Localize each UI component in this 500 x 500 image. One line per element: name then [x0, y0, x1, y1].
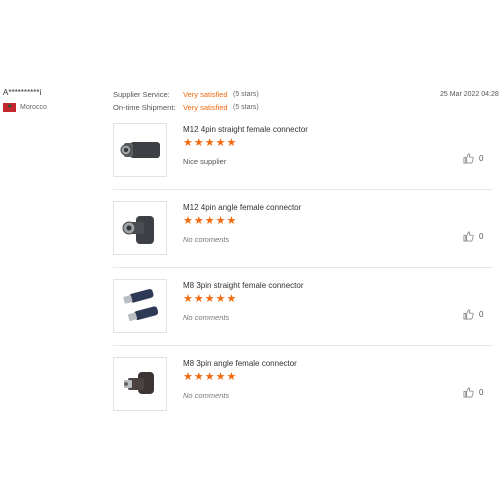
product-thumbnail[interactable] — [113, 357, 167, 411]
review-comment: No comments — [183, 313, 230, 322]
thumbs-up-icon — [463, 387, 474, 398]
like-button[interactable]: 0 — [463, 231, 483, 242]
divider — [113, 267, 493, 268]
like-count: 0 — [479, 388, 484, 397]
star-icon: ★ — [226, 215, 237, 227]
star-icon: ★ — [183, 215, 193, 227]
m8-angle-connector-icon — [124, 372, 154, 394]
like-button[interactable]: 0 — [463, 387, 483, 398]
star-icon: ★ — [204, 293, 215, 305]
product-name[interactable]: M8 3pin angle female connector — [183, 359, 297, 368]
star-icon: ★ — [226, 293, 237, 305]
like-count: 0 — [479, 154, 484, 163]
rating-value: Very satisfied — [183, 90, 228, 99]
rating-value: Very satisfied — [183, 103, 228, 112]
like-button[interactable]: 0 — [463, 153, 483, 164]
rating-label: Supplier Service: — [113, 90, 170, 99]
product-thumbnail[interactable] — [113, 279, 167, 333]
star-icon: ★ — [183, 137, 193, 149]
review-item: M12 4pin straight female connector ★ ★ ★ ★ ★… — [113, 123, 493, 197]
rating-on-time-shipment: On-time Shipment: Very satisfied (5 star… — [113, 103, 259, 112]
star-icon: ★ — [226, 371, 237, 383]
m12-angle-connector-icon — [122, 216, 154, 244]
rating-supplier-service: Supplier Service: Very satisfied (5 star… — [113, 90, 259, 99]
star-rating: ★ ★ ★ ★ ★ — [183, 372, 236, 383]
like-count: 0 — [479, 232, 484, 241]
star-icon: ★ — [215, 371, 226, 383]
review-comment: No comments — [183, 391, 230, 400]
divider — [113, 345, 493, 346]
star-icon: ★ — [204, 215, 215, 227]
rating-stars-text: (5 stars) — [233, 91, 259, 98]
review-comment: No comments — [183, 235, 230, 244]
product-name[interactable]: M12 4pin angle female connector — [183, 203, 301, 212]
like-button[interactable]: 0 — [463, 309, 483, 320]
review-item: M8 3pin angle female connector ★ ★ ★ ★ ★ No … — [113, 357, 493, 431]
reviewer-name: A**********i — [3, 88, 42, 97]
reviewer-country: Morocco — [3, 103, 47, 112]
morocco-flag-icon — [3, 103, 16, 112]
thumbs-up-icon — [463, 231, 474, 242]
thumbs-up-icon — [463, 309, 474, 320]
star-rating: ★ ★ ★ ★ ★ — [183, 138, 236, 149]
rating-stars-text: (5 stars) — [233, 104, 259, 111]
star-icon: ★ — [215, 215, 226, 227]
star-icon: ★ — [193, 137, 204, 149]
like-count: 0 — [479, 310, 484, 319]
m12-straight-connector-icon — [120, 142, 160, 158]
star-icon: ★ — [226, 137, 237, 149]
star-icon: ★ — [193, 293, 204, 305]
star-icon: ★ — [193, 215, 204, 227]
star-icon: ★ — [193, 371, 204, 383]
star-icon: ★ — [183, 371, 193, 383]
review-item: M8 3pin straight female connector ★ ★ ★ ★ ★ … — [113, 279, 493, 353]
review-date: 25 Mar 2022 04:28 — [440, 91, 499, 98]
review-comment: Nice supplier — [183, 157, 227, 166]
star-icon: ★ — [204, 371, 215, 383]
product-thumbnail[interactable] — [113, 201, 167, 255]
thumbs-up-icon — [463, 153, 474, 164]
star-icon: ★ — [204, 137, 215, 149]
country-name: Morocco — [20, 104, 47, 111]
product-thumbnail[interactable] — [113, 123, 167, 177]
m8-straight-connector-icon — [123, 289, 159, 321]
rating-label: On-time Shipment: — [113, 103, 176, 112]
star-rating: ★ ★ ★ ★ ★ — [183, 294, 236, 305]
review-item: M12 4pin angle female connector ★ ★ ★ ★ ★ No… — [113, 201, 493, 275]
product-name[interactable]: M8 3pin straight female connector — [183, 281, 304, 290]
star-icon: ★ — [215, 293, 226, 305]
star-icon: ★ — [215, 137, 226, 149]
divider — [113, 189, 493, 190]
star-icon: ★ — [183, 293, 193, 305]
product-name[interactable]: M12 4pin straight female connector — [183, 125, 308, 134]
star-rating: ★ ★ ★ ★ ★ — [183, 216, 236, 227]
